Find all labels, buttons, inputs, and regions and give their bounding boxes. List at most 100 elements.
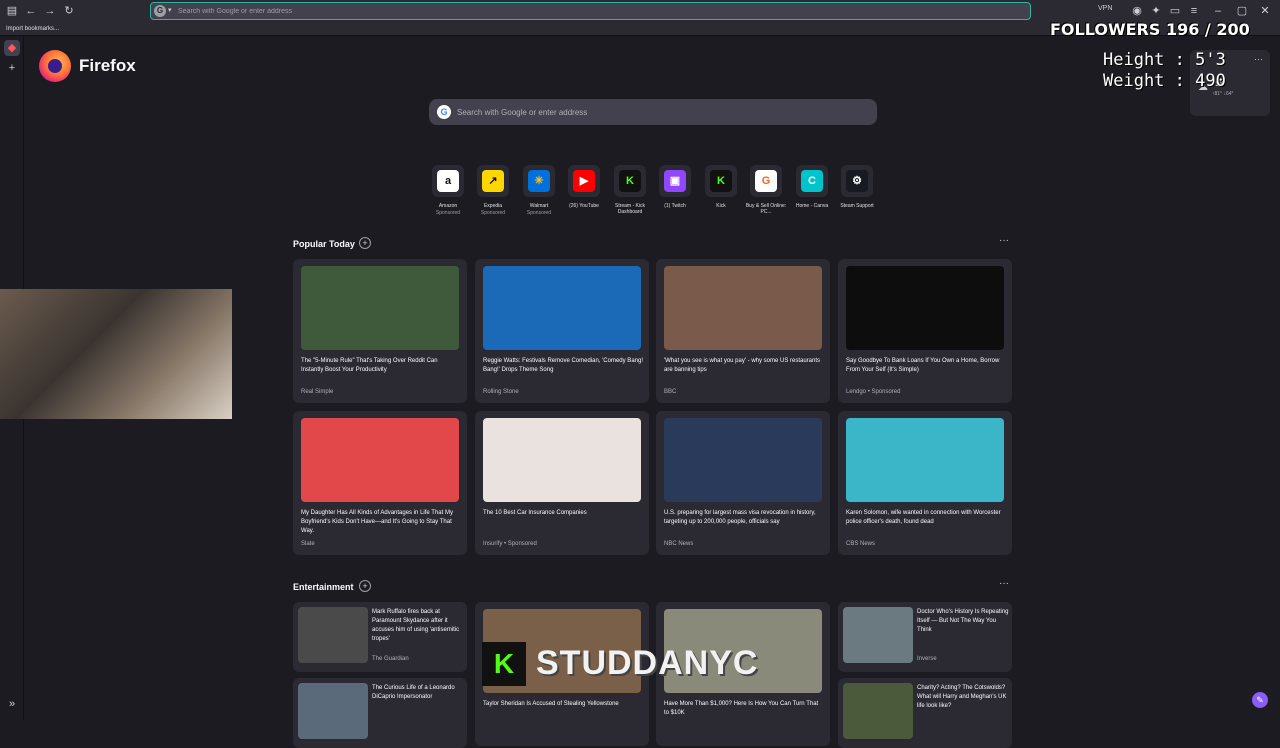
top-site-icon-frame: K bbox=[705, 165, 737, 197]
story-image bbox=[664, 266, 822, 350]
top-site-tile[interactable]: a Amazon Sponsored bbox=[426, 165, 470, 221]
search-box[interactable]: G bbox=[429, 99, 877, 125]
story-card[interactable]: Doctor Who's History Is Repeating Itself… bbox=[838, 602, 1012, 672]
top-site-icon-frame: C bbox=[796, 165, 828, 197]
top-site-icon-frame: ▶ bbox=[568, 165, 600, 197]
top-site-icon-frame: G bbox=[750, 165, 782, 197]
story-image bbox=[846, 418, 1004, 502]
section-title-entertainment: Entertainment bbox=[293, 582, 354, 592]
close-icon[interactable]: ✕ bbox=[1257, 3, 1273, 19]
story-source: Insurify • Sponsored bbox=[483, 541, 537, 547]
story-title: U.S. preparing for largest mass visa rev… bbox=[664, 510, 816, 525]
sponsored-label: Sponsored bbox=[526, 210, 552, 216]
forward-icon[interactable]: → bbox=[42, 3, 58, 19]
browser-toolbar: ▤ ← → ↻ G ▾ VPN ◉ ✦ ▭ ≡ – ▢ ✕ bbox=[0, 0, 1280, 22]
vpn-button[interactable]: VPN bbox=[1098, 5, 1112, 12]
story-title: Have More Than $1,000? Here Is How You C… bbox=[664, 701, 819, 716]
top-site-icon-frame: ⚙ bbox=[841, 165, 873, 197]
url-bar[interactable]: G ▾ bbox=[150, 2, 1031, 20]
top-site-tile[interactable]: ✳ Walmart Sponsored bbox=[517, 165, 561, 221]
story-source: CBS News bbox=[846, 541, 876, 547]
top-site-tile[interactable]: G Buy & Sell Online: PC... bbox=[744, 165, 788, 221]
add-section-icon[interactable]: + bbox=[359, 237, 371, 249]
story-title: Reggie Watts: Festivals Remove Comedian,… bbox=[483, 358, 643, 373]
maximize-icon[interactable]: ▢ bbox=[1234, 3, 1250, 19]
menu-icon[interactable]: ≡ bbox=[1186, 3, 1202, 19]
top-site-label: Steam Support bbox=[840, 203, 874, 209]
top-site-tile[interactable]: ↗ Expedia Sponsored bbox=[471, 165, 515, 221]
import-bookmarks-link[interactable]: Import bookmarks... bbox=[6, 24, 59, 34]
add-section-icon[interactable]: + bbox=[359, 580, 371, 592]
top-site-label: (26) YouTube bbox=[569, 203, 599, 209]
story-card[interactable]: 'What you see is what you pay' - why som… bbox=[656, 259, 830, 403]
story-source: The Guardian bbox=[372, 656, 409, 662]
google-icon: G bbox=[437, 105, 451, 119]
site-icon: ↗ bbox=[482, 170, 504, 192]
site-icon: C bbox=[801, 170, 823, 192]
story-card[interactable]: U.S. preparing for largest mass visa rev… bbox=[656, 411, 830, 555]
more-options-icon[interactable]: ··· bbox=[1254, 54, 1263, 64]
story-source: Rolling Stone bbox=[483, 389, 519, 395]
story-image bbox=[298, 607, 368, 663]
story-card[interactable]: The "5-Minute Rule" That's Taking Over R… bbox=[293, 259, 467, 403]
story-image bbox=[664, 418, 822, 502]
story-title: Karen Solomon, wife wanted in connection… bbox=[846, 510, 1001, 525]
top-site-tile[interactable]: ▣ (1) Twitch bbox=[653, 165, 697, 221]
more-options-icon[interactable]: ··· bbox=[999, 235, 1009, 246]
add-icon[interactable]: + bbox=[4, 60, 20, 76]
stats-overlay: Height : 5'3 Weight : 490 bbox=[1103, 50, 1226, 92]
site-icon: G bbox=[755, 170, 777, 192]
top-site-icon-frame: ▣ bbox=[659, 165, 691, 197]
story-image bbox=[843, 607, 913, 663]
top-site-icon-frame: ↗ bbox=[477, 165, 509, 197]
back-icon[interactable]: ← bbox=[23, 3, 39, 19]
site-icon: ▶ bbox=[573, 170, 595, 192]
story-source: Inverse bbox=[917, 656, 937, 662]
edit-icon[interactable]: ✎ bbox=[1252, 692, 1268, 708]
story-card[interactable]: The Curious Life of a Leonardo DiCaprio … bbox=[293, 678, 467, 748]
story-image bbox=[298, 683, 368, 739]
search-input[interactable] bbox=[457, 104, 857, 120]
story-card[interactable]: Say Goodbye To Bank Loans If You Own a H… bbox=[838, 259, 1012, 403]
top-site-tile[interactable]: ▶ (26) YouTube bbox=[562, 165, 606, 221]
story-title: Charity? Acting? The Cotswolds? What wil… bbox=[917, 685, 1007, 709]
top-site-label: (1) Twitch bbox=[664, 203, 686, 209]
story-card[interactable]: Karen Solomon, wife wanted in connection… bbox=[838, 411, 1012, 555]
reload-icon[interactable]: ↻ bbox=[61, 3, 77, 19]
top-site-tile[interactable]: K Kick bbox=[699, 165, 743, 221]
chevron-down-icon[interactable]: ▾ bbox=[168, 3, 172, 19]
story-image bbox=[301, 266, 459, 350]
top-site-tile[interactable]: K Stream - Kick Dashboard bbox=[608, 165, 652, 221]
sidebar-toggle-icon[interactable]: ▤ bbox=[4, 3, 20, 19]
expand-icon[interactable]: » bbox=[4, 696, 20, 712]
extension-icon[interactable]: ◉ bbox=[1129, 3, 1145, 19]
story-card[interactable]: Charity? Acting? The Cotswolds? What wil… bbox=[838, 678, 1012, 748]
story-source: NBC News bbox=[664, 541, 694, 547]
followers-counter: FOLLOWERS 196 / 200 bbox=[1050, 20, 1250, 39]
story-card[interactable]: The 10 Best Car Insurance Companies Insur… bbox=[475, 411, 649, 555]
top-site-label: Expedia bbox=[483, 203, 503, 209]
story-card[interactable]: Mark Ruffalo fires back at Paramount Sky… bbox=[293, 602, 467, 672]
story-card[interactable]: Reggie Watts: Festivals Remove Comedian,… bbox=[475, 259, 649, 403]
top-site-tile[interactable]: ⚙ Steam Support bbox=[835, 165, 879, 221]
minimize-icon[interactable]: – bbox=[1210, 3, 1226, 19]
section-title-popular: Popular Today bbox=[293, 239, 355, 249]
story-source: Real Simple bbox=[301, 389, 334, 395]
site-icon: ⚙ bbox=[846, 170, 868, 192]
site-icon: ▣ bbox=[664, 170, 686, 192]
watermark-text: STUDDANYC bbox=[536, 644, 759, 682]
story-card[interactable]: My Daughter Has All Kinds of Advantages … bbox=[293, 411, 467, 555]
webcam-overlay bbox=[0, 289, 232, 419]
top-site-tile[interactable]: C Home - Canva bbox=[790, 165, 834, 221]
story-title: The 10 Best Car Insurance Companies bbox=[483, 510, 587, 516]
top-site-icon-frame: a bbox=[432, 165, 464, 197]
site-icon: K bbox=[619, 170, 641, 192]
more-options-icon[interactable]: ··· bbox=[999, 578, 1009, 589]
url-input[interactable] bbox=[178, 4, 1018, 18]
puzzle-icon[interactable]: ✦ bbox=[1148, 3, 1164, 19]
kick-logo-icon: K bbox=[482, 642, 526, 686]
weight-stat: Weight : 490 bbox=[1103, 71, 1226, 91]
site-icon: ✳ bbox=[528, 170, 550, 192]
tabs-icon[interactable]: ▭ bbox=[1167, 3, 1183, 19]
app-icon[interactable]: ◆ bbox=[4, 40, 20, 56]
